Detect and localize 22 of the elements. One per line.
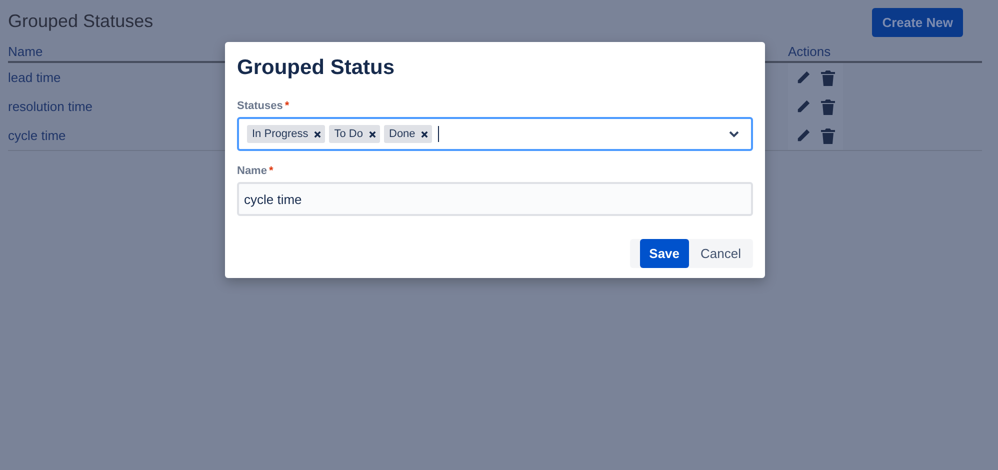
cancel-button[interactable]: Cancel [688, 239, 753, 268]
trash-icon[interactable] [821, 98, 835, 114]
status-tag: To Do [329, 125, 380, 143]
required-mark: * [284, 100, 290, 112]
field-label: Name [237, 165, 267, 177]
trash-icon[interactable] [821, 70, 835, 86]
pencil-icon[interactable] [796, 128, 811, 143]
pencil-icon[interactable] [796, 99, 811, 114]
remove-icon[interactable] [314, 130, 322, 138]
save-button[interactable]: Save [640, 239, 689, 268]
name-input[interactable]: cycle time [237, 182, 753, 216]
pencil-icon[interactable] [796, 70, 811, 85]
statuses-select[interactable]: In Progress To Do Done [237, 117, 753, 151]
remove-icon[interactable] [421, 130, 428, 138]
remove-icon[interactable] [369, 130, 376, 138]
trash-icon[interactable] [821, 128, 835, 144]
status-tag: Done [384, 125, 432, 143]
field-label: Statuses [237, 100, 283, 112]
status-tag: In Progress [247, 125, 326, 143]
required-mark: * [268, 165, 274, 177]
page-title: Grouped Statuses [8, 10, 154, 32]
chevron-down-icon[interactable] [729, 130, 739, 138]
